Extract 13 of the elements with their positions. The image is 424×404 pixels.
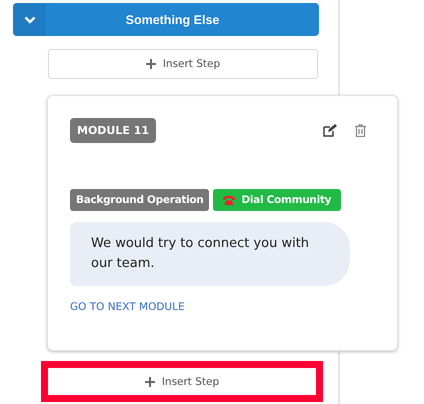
section-header[interactable]: Something Else bbox=[13, 3, 319, 36]
insert-step-button[interactable]: Insert Step bbox=[48, 49, 318, 79]
tag: Background Operation bbox=[70, 189, 210, 211]
phone-icon bbox=[223, 195, 236, 205]
plus-icon bbox=[146, 59, 156, 69]
edit-icon[interactable] bbox=[323, 124, 337, 137]
tag: Dial Community bbox=[213, 189, 342, 211]
next-module-link[interactable]: GO TO NEXT MODULE bbox=[70, 301, 185, 313]
delete-icon[interactable] bbox=[355, 124, 366, 137]
plus-icon bbox=[144, 376, 155, 386]
module-badge: MODULE 11 bbox=[70, 118, 156, 143]
insert-step-button[interactable]: Insert Step bbox=[48, 368, 316, 395]
message-bubble: We would try to connect you with our team. bbox=[70, 222, 350, 286]
